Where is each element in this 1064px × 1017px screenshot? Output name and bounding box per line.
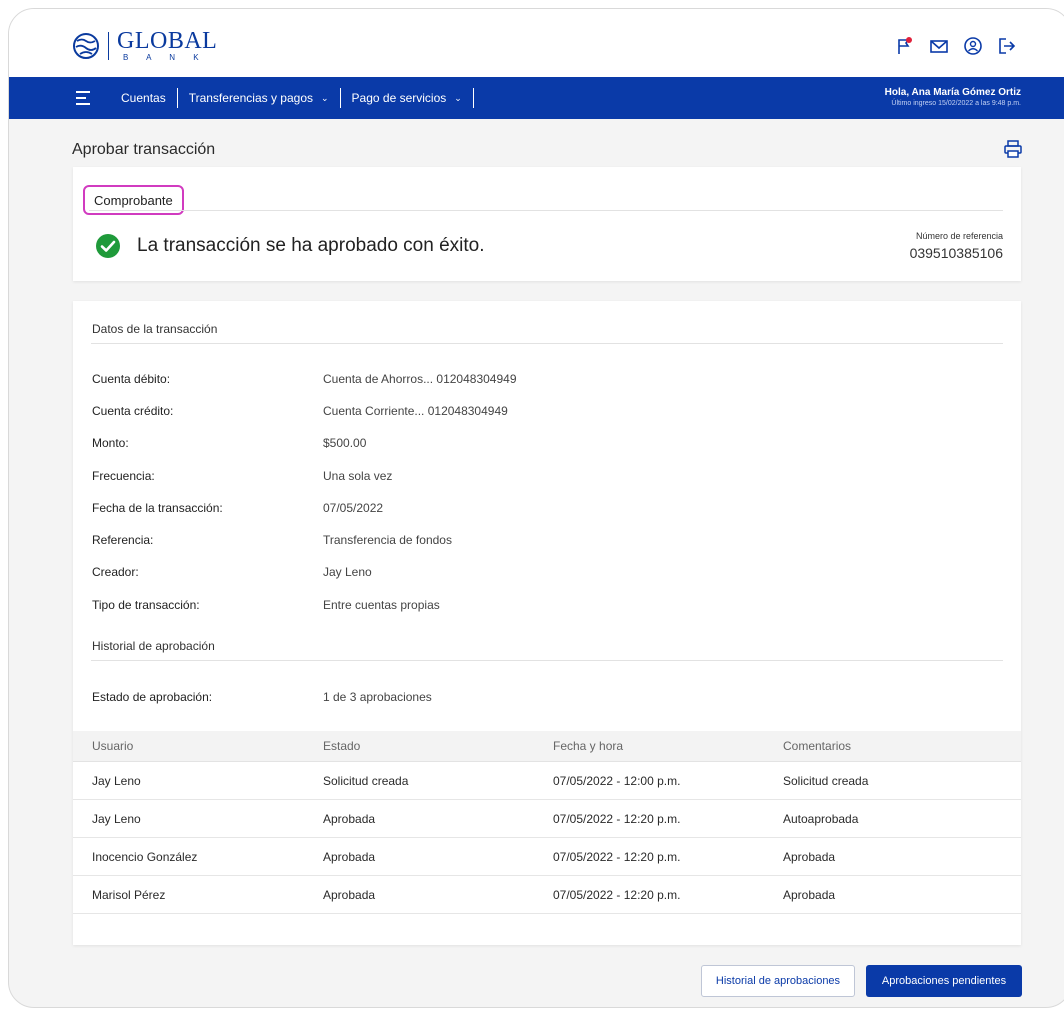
detail-row: Creador: Jay Leno: [92, 565, 372, 579]
detail-row: Frecuencia: Una sola vez: [92, 469, 392, 483]
detail-value: Cuenta de Ahorros... 012048304949: [323, 372, 517, 386]
receipt-card: Comprobante La transacción se ha aprobad…: [73, 167, 1021, 281]
cell-comment: Solicitud creada: [783, 773, 869, 788]
top-header: GLOBAL B A N K: [9, 9, 1064, 77]
nav-item-cuentas[interactable]: Cuentas: [107, 88, 178, 108]
cell-user: Inocencio González: [92, 849, 198, 864]
detail-row: Cuenta crédito: Cuenta Corriente... 0120…: [92, 404, 508, 418]
table-row: Inocencio González Aprobada 07/05/2022 -…: [73, 838, 1021, 876]
check-circle-icon: [96, 234, 120, 258]
greeting-text: Hola, Ana María Gómez Ortiz: [884, 87, 1021, 98]
table-row: Jay Leno Aprobada 07/05/2022 - 12:20 p.m…: [73, 800, 1021, 838]
detail-row: Cuenta débito: Cuenta de Ahorros... 0120…: [92, 372, 517, 386]
detail-value: Transferencia de fondos: [323, 533, 452, 547]
nav-label: Pago de servicios: [351, 91, 447, 105]
cell-comment: Aprobada: [783, 849, 836, 864]
detail-label: Cuenta débito:: [92, 372, 171, 386]
cell-comment: Aprobada: [783, 887, 836, 902]
detail-value: Una sola vez: [323, 469, 393, 483]
detail-value: Cuenta Corriente... 012048304949: [323, 404, 508, 418]
column-header: Estado: [323, 739, 361, 753]
user-icon[interactable]: [963, 36, 983, 56]
brand-name: GLOBAL: [117, 28, 218, 54]
detail-value: Jay Leno: [323, 565, 372, 579]
detail-label: Frecuencia:: [92, 469, 155, 483]
chevron-down-icon: ⌄: [321, 92, 329, 103]
print-icon[interactable]: [1003, 139, 1023, 159]
table-row: Jay Leno Solicitud creada 07/05/2022 - 1…: [73, 762, 1021, 800]
detail-value: Entre cuentas propias: [323, 598, 440, 612]
detail-label: Fecha de la transacción:: [92, 501, 223, 515]
approval-status-label: Estado de aprobación:: [92, 690, 213, 704]
detail-value: 07/05/2022: [323, 501, 384, 515]
page-title: Aprobar transacción: [72, 141, 216, 158]
table-header: Usuario Estado Fecha y hora Comentarios: [73, 731, 1021, 762]
cell-date: 07/05/2022 - 12:20 p.m.: [553, 849, 681, 864]
detail-row: Fecha de la transacción: 07/05/2022: [92, 501, 383, 515]
success-message: La transacción se ha aprobado con éxito.: [137, 235, 485, 256]
logout-icon[interactable]: [997, 36, 1017, 56]
details-section-title: Datos de la transacción: [92, 322, 218, 336]
app-frame: GLOBAL B A N K Cuentas Transferencias y …: [8, 8, 1064, 1008]
approval-status-value: 1 de 3 aprobaciones: [323, 690, 432, 704]
last-login-text: Último ingreso 15/02/2022 a las 9:48 p.m…: [891, 100, 1021, 107]
cell-state: Aprobada: [323, 811, 376, 826]
main-nav: Cuentas Transferencias y pagos ⌄ Pago de…: [9, 77, 1064, 119]
nav-label: Cuentas: [121, 91, 166, 105]
table-row: Marisol Pérez Aprobada 07/05/2022 - 12:2…: [73, 876, 1021, 914]
cell-user: Jay Leno: [92, 773, 141, 788]
cell-date: 07/05/2022 - 12:20 p.m.: [553, 811, 681, 826]
approval-history-button[interactable]: Historial de aprobaciones: [701, 965, 855, 997]
cell-comment: Autoaprobada: [783, 811, 859, 826]
menu-icon[interactable]: [76, 90, 92, 106]
approval-history-table: Usuario Estado Fecha y hora Comentarios …: [73, 731, 1021, 914]
cell-state: Solicitud creada: [323, 773, 409, 788]
top-icons: [895, 36, 1017, 56]
mail-icon[interactable]: [929, 36, 949, 56]
brand-logo[interactable]: GLOBAL B A N K: [72, 29, 217, 62]
detail-label: Referencia:: [92, 533, 154, 547]
flag-icon[interactable]: [895, 36, 915, 56]
chevron-down-icon: ⌄: [454, 92, 462, 103]
detail-label: Creador:: [92, 565, 139, 579]
column-header: Usuario: [92, 739, 134, 753]
globe-logo-icon: [73, 32, 99, 59]
cell-date: 07/05/2022 - 12:00 p.m.: [553, 773, 681, 788]
detail-label: Cuenta crédito:: [92, 404, 174, 418]
transaction-details-card: Datos de la transacción Cuenta débito: C…: [73, 301, 1021, 945]
reference-value: 039510385106: [909, 245, 1003, 261]
detail-row: Monto: $500.00: [92, 436, 366, 450]
cell-date: 07/05/2022 - 12:20 p.m.: [553, 887, 681, 902]
column-header: Fecha y hora: [553, 739, 624, 753]
detail-label: Tipo de transacción:: [92, 598, 200, 612]
cell-user: Marisol Pérez: [92, 887, 166, 902]
column-header: Comentarios: [783, 739, 852, 753]
nav-label: Transferencias y pagos: [188, 91, 313, 105]
approval-status-row: Estado de aprobación: 1 de 3 aprobacione…: [92, 690, 432, 704]
nav-item-transferencias[interactable]: Transferencias y pagos ⌄: [178, 88, 341, 108]
brand-subname: B A N K: [123, 53, 207, 62]
detail-row: Tipo de transacción: Entre cuentas propi…: [92, 598, 440, 612]
pending-approvals-button[interactable]: Aprobaciones pendientes: [866, 965, 1022, 997]
reference-block: Número de referencia 039510385106: [910, 231, 1003, 261]
detail-value: $500.00: [323, 436, 367, 450]
user-greeting: Hola, Ana María Gómez Ortiz Último ingre…: [885, 87, 1021, 107]
reference-label: Número de referencia: [915, 231, 1003, 241]
detail-row: Referencia: Transferencia de fondos: [92, 533, 452, 547]
detail-label: Monto:: [92, 436, 129, 450]
nav-item-pago-servicios[interactable]: Pago de servicios ⌄: [341, 88, 474, 108]
cell-state: Aprobada: [323, 849, 376, 864]
cell-user: Jay Leno: [92, 811, 141, 826]
history-section-title: Historial de aprobación: [92, 639, 215, 653]
cell-state: Aprobada: [323, 887, 376, 902]
